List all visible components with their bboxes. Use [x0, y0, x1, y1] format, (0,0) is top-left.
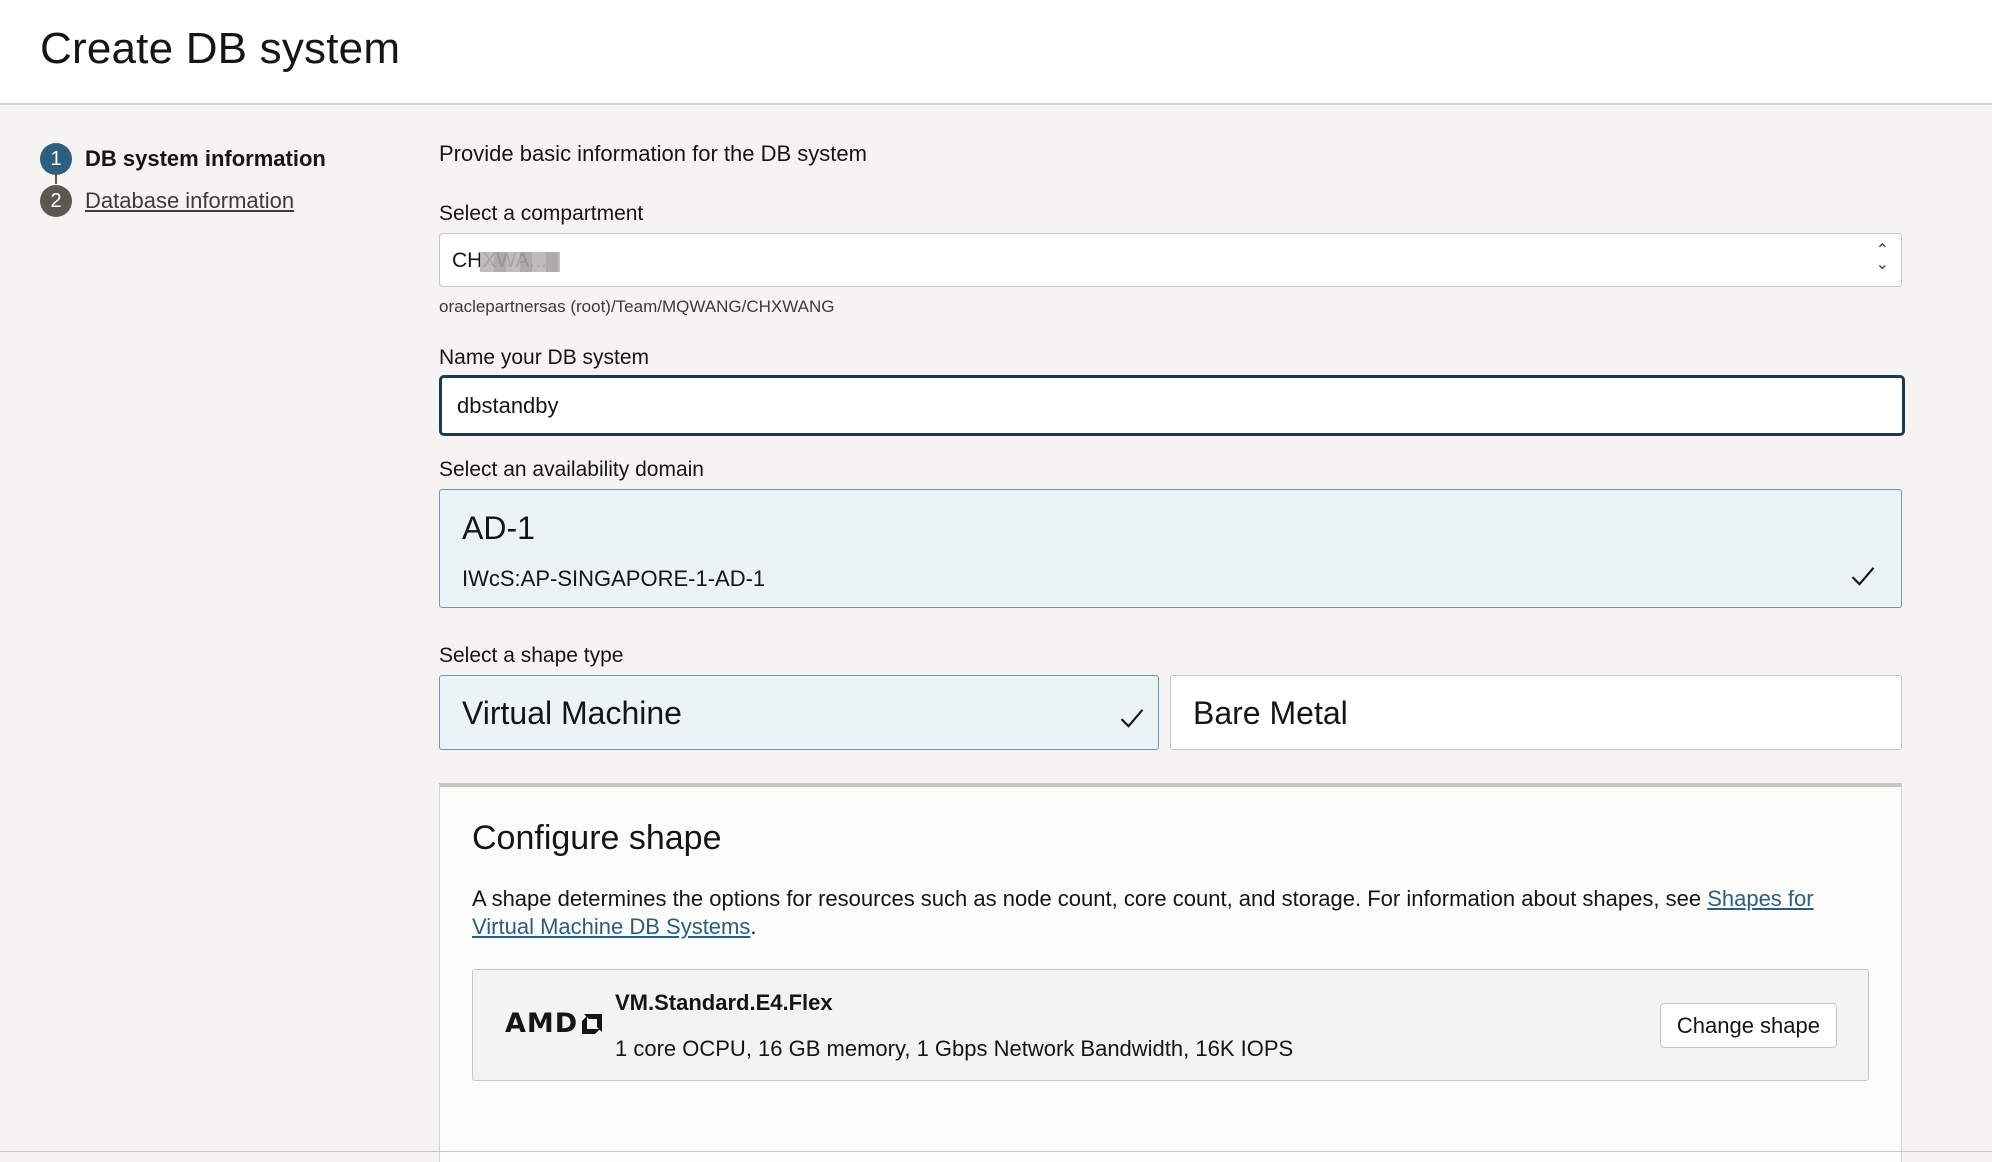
configure-shape-title: Configure shape [472, 819, 722, 857]
selected-shape-box: AMD VM.Standard.E4.Flex 1 core OCPU, 16 … [472, 969, 1869, 1081]
step-number-2: 2 [40, 185, 72, 217]
ad-subtitle: IWcS:AP-SINGAPORE-1-AD-1 [462, 566, 766, 591]
shape-type-virtual-machine[interactable]: Virtual Machine [439, 675, 1159, 750]
footer-divider [0, 1151, 1992, 1152]
shape-type-bare-metal[interactable]: Bare Metal [1170, 675, 1902, 750]
page-title: Create DB system [40, 24, 401, 73]
amd-logo-arrow-icon [582, 1013, 603, 1034]
page-header: Create DB system [0, 0, 1992, 105]
description-text: A shape determines the options for resou… [472, 886, 1708, 911]
form-intro: Provide basic information for the DB sys… [439, 141, 867, 166]
db-name-label: Name your DB system [439, 346, 650, 369]
configure-shape-panel: Configure shape A shape determines the o… [439, 783, 1902, 1162]
availability-domain-card[interactable]: AD-1 IWcS:AP-SINGAPORE-1-AD-1 [439, 489, 1902, 608]
configure-shape-description: A shape determines the options for resou… [472, 885, 1872, 941]
shape-type-label-text: Virtual Machine [462, 695, 682, 731]
compartment-label: Select a compartment [439, 202, 644, 225]
shape-type-label: Select a shape type [439, 644, 624, 667]
step-number-1: 1 [40, 143, 72, 175]
shape-specs: 1 core OCPU, 16 GB memory, 1 Gbps Networ… [615, 1036, 1294, 1061]
redacted-text [480, 252, 560, 272]
step-database-information[interactable]: 2 Database information [40, 180, 326, 222]
compartment-path: oraclepartnersas (root)/Team/MQWANG/CHXW… [439, 297, 835, 316]
change-shape-button[interactable]: Change shape [1659, 1003, 1837, 1048]
chevron-up-down-icon: ⌃ ⌄ [1875, 242, 1889, 273]
step-db-system-information[interactable]: 1 DB system information [40, 138, 326, 184]
db-name-input[interactable] [439, 375, 1905, 436]
step-label-link[interactable]: Database information [85, 188, 294, 214]
shape-name: VM.Standard.E4.Flex [615, 990, 833, 1015]
ad-title: AD-1 [462, 510, 535, 546]
vendor-name: AMD [505, 1008, 579, 1039]
compartment-select[interactable]: CHXWA... ⌃⌄ [439, 233, 1902, 287]
step-label: DB system information [85, 146, 326, 171]
check-icon [1120, 709, 1144, 728]
description-end: . [750, 914, 757, 939]
check-icon [1851, 567, 1875, 586]
wizard-steps: 1 DB system information 2 Database infor… [40, 138, 326, 222]
amd-logo: AMD [505, 1008, 604, 1039]
shape-type-label-text: Bare Metal [1193, 695, 1348, 731]
availability-domain-label: Select an availability domain [439, 458, 704, 481]
